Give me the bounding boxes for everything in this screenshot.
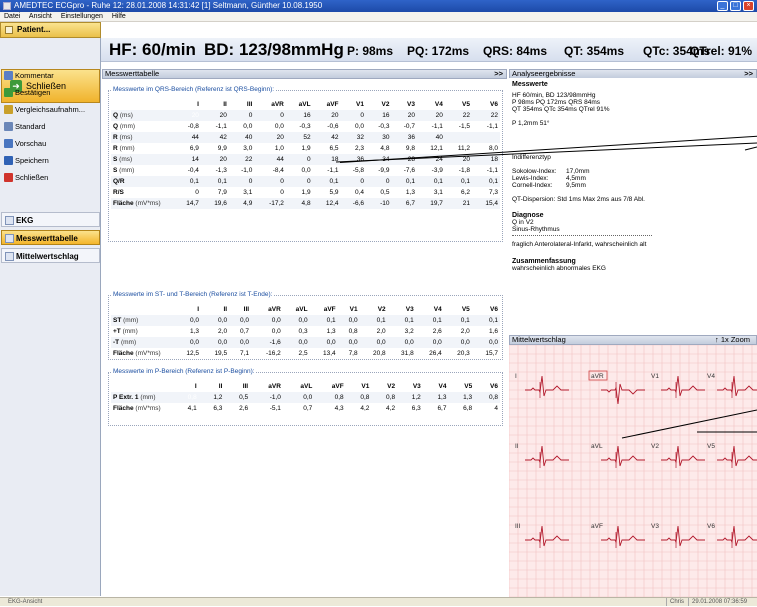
status-user: Chris <box>666 598 687 606</box>
annotation-line <box>744 146 757 151</box>
annotation-line <box>335 142 757 163</box>
status-bar: EKG-Ansicht Chris 29.01.2008 07:36:59 <box>0 597 757 606</box>
annotation-line <box>621 409 757 439</box>
status-datetime: 29.01.2008 07:36:59 <box>688 598 750 606</box>
annotation-overlay <box>335 142 757 439</box>
